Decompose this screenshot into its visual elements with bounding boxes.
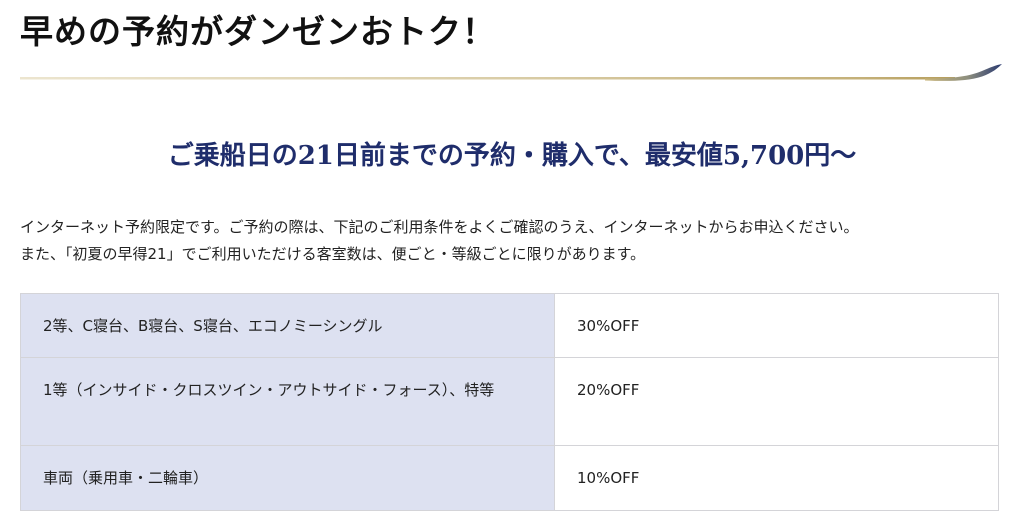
category-cell: 車両（乗用車・二輪車） [20,445,555,511]
discount-rate-cell: 30%OFF [554,293,999,358]
discount-table: 2等、C寝台、B寝台、S寝台、エコノミーシングル 30%OFF 1等（インサイド… [20,293,999,511]
category-cell: 1等（インサイド・クロスツイン・アウトサイド・フォース）、特等 [20,357,555,446]
table-row: 2等、C寝台、B寝台、S寝台、エコノミーシングル 30%OFF [20,293,999,358]
category-cell: 2等、C寝台、B寝台、S寝台、エコノミーシングル [20,293,555,358]
table-row: 車両（乗用車・二輪車） 10%OFF [20,445,999,511]
intro-text: インターネット予約限定です。ご予約の際は、下記のご利用条件をよくご確認のうえ、イ… [20,214,1010,268]
discount-rate-cell: 10%OFF [554,445,999,511]
intro-line-1: インターネット予約限定です。ご予約の際は、下記のご利用条件をよくご確認のうえ、イ… [20,218,859,236]
table-row: 1等（インサイド・クロスツイン・アウトサイド・フォース）、特等 20%OFF [20,357,999,446]
intro-line-2: また、「初夏の早得21」でご利用いただける客室数は、便ごと・等級ごとに限りがあり… [20,245,646,263]
headline: ご乗船日の21日前までの予約・購入で、最安値5,700円〜 [167,141,857,171]
decorative-wave-rule [20,64,1002,81]
discount-rate-cell: 20%OFF [554,357,999,446]
page-heading: 早めの予約がダンゼンおトク！ [20,12,496,51]
